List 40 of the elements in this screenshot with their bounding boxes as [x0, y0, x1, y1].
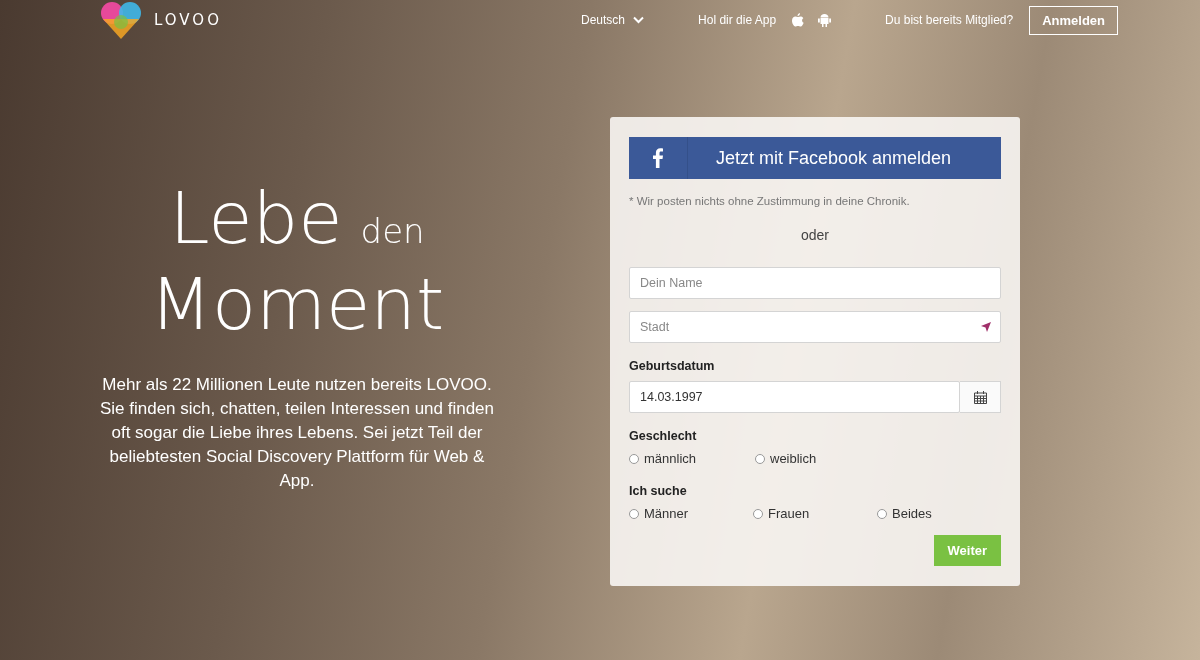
radio-label: Beides — [892, 506, 932, 521]
facebook-login-button[interactable]: Jetzt mit Facebook anmelden — [629, 137, 1001, 179]
calendar-button[interactable] — [960, 381, 1001, 413]
facebook-note: * Wir posten nichts ohne Zustimmung in deine Chronik. — [629, 195, 911, 207]
radio-icon[interactable] — [877, 508, 887, 519]
location-arrow-icon — [981, 322, 991, 332]
apple-icon[interactable] — [792, 13, 805, 27]
looking-for-label: Ich suche — [629, 484, 688, 498]
radio-option[interactable]: Beides — [877, 506, 1001, 521]
radio-label: Frauen — [768, 506, 810, 521]
city-input[interactable]: Stadt — [629, 311, 1001, 343]
radio-icon[interactable] — [629, 453, 639, 464]
gender-label: Geschlecht — [629, 429, 698, 443]
separator-text: oder — [800, 227, 830, 243]
birthdate-input[interactable]: 14.03.1997 — [629, 381, 960, 413]
radio-option[interactable]: Männer — [629, 506, 753, 521]
brand-name: LOVOO — [154, 11, 222, 29]
chevron-down-icon — [633, 16, 645, 24]
android-icon[interactable] — [818, 13, 832, 27]
headline-text: Lebe — [169, 175, 343, 261]
language-selector[interactable]: Deutsch — [581, 13, 645, 27]
birthdate-label: Geburtsdatum — [629, 359, 716, 373]
radio-icon[interactable] — [629, 508, 639, 519]
radio-label: weiblich — [770, 451, 817, 466]
radio-label: Männer — [644, 506, 689, 521]
radio-icon[interactable] — [755, 453, 765, 464]
member-prompt: Du bist bereits Mitglied? — [885, 13, 1014, 27]
headline-text: den — [360, 211, 425, 251]
hero-description: Mehr als 22 Millionen Leute nutzen bereits LOVOO. Sie finden sich, chatten, teilen Interessen und finden oft sogar die Liebe ihres Lebens. Sei jetzt Teil der beliebtesten Social Discovery Plattform für Web & App. — [98, 374, 496, 492]
radio-option[interactable]: Frauen — [753, 506, 877, 521]
radio-label: männlich — [644, 451, 697, 466]
calendar-icon — [973, 390, 987, 404]
radio-option[interactable]: männlich — [629, 451, 755, 466]
app-prompt: Hol dir die App — [698, 13, 777, 27]
headline-text: Moment — [149, 261, 445, 347]
facebook-icon — [653, 148, 663, 168]
name-input[interactable]: Dein Name — [629, 267, 1001, 299]
radio-icon[interactable] — [753, 508, 763, 519]
heart-logo-icon — [100, 0, 142, 40]
radio-option[interactable]: weiblich — [755, 451, 881, 466]
